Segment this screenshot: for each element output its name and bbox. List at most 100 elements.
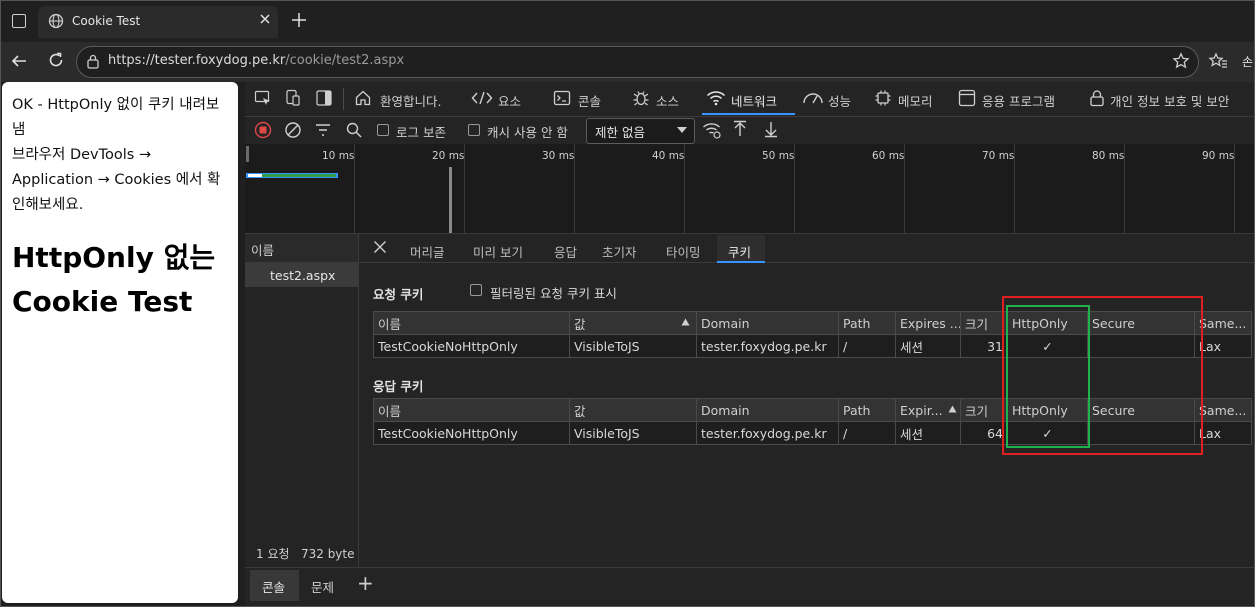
tab-console[interactable]: 콘솔 <box>578 91 601 110</box>
app-icon <box>958 89 976 107</box>
show-filtered-cookies-label: 필터링된 요청 쿠키 표시 <box>490 286 617 301</box>
cookie-name: TestCookieNoHttpOnly <box>373 421 570 445</box>
cookie-size: 31 <box>960 334 1008 358</box>
cookie-expires: 세션 <box>895 421 961 445</box>
tab-actions-icon[interactable] <box>12 14 26 28</box>
annotation-green-box <box>1006 305 1090 448</box>
timeline-tick: 90 ms <box>1202 150 1235 162</box>
download-icon[interactable] <box>763 120 779 138</box>
sort-ascending-icon <box>948 405 957 413</box>
record-icon[interactable] <box>254 121 272 139</box>
column-header-samesite[interactable]: Same... <box>1194 398 1252 422</box>
drawer-add-tab[interactable]: + <box>357 571 374 595</box>
column-header-expires[interactable]: Expires ... <box>895 311 961 335</box>
gauge-icon <box>802 90 824 106</box>
tab-cookies[interactable]: 쿠키 <box>728 242 751 261</box>
code-icon <box>471 90 493 106</box>
lock-icon[interactable] <box>86 53 100 69</box>
name-column-label: 이름 <box>251 243 275 258</box>
disable-cache-checkbox[interactable] <box>468 124 480 136</box>
network-tab-indicator <box>702 113 795 115</box>
tab-preview[interactable]: 미리 보기 <box>473 242 523 261</box>
tab-headers[interactable]: 머리글 <box>410 242 445 261</box>
search-icon[interactable] <box>345 121 363 139</box>
network-conditions-icon[interactable] <box>702 121 722 139</box>
tab-timing[interactable]: 타이밍 <box>666 242 701 261</box>
upload-icon[interactable] <box>732 120 748 138</box>
reload-icon[interactable] <box>47 51 65 69</box>
column-header-value[interactable]: 값 <box>569 311 697 335</box>
column-header-path[interactable]: Path <box>838 398 896 422</box>
column-header-path[interactable]: Path <box>838 311 896 335</box>
tab-application[interactable]: 응용 프로그램 <box>982 91 1055 110</box>
timeline-tick: 60 ms <box>872 150 905 162</box>
column-header-domain[interactable]: Domain <box>696 398 839 422</box>
show-filtered-cookies-checkbox[interactable] <box>470 284 482 296</box>
cookie-domain: tester.foxydog.pe.kr <box>696 334 839 358</box>
column-header-name[interactable]: 이름 <box>373 311 570 335</box>
favorites-icon[interactable] <box>1208 52 1228 70</box>
column-header-value[interactable]: 값 <box>569 398 697 422</box>
bug-icon <box>632 89 650 107</box>
cookie-samesite: Lax <box>1194 334 1252 358</box>
cookie-value: VisibleToJS <box>569 421 697 445</box>
tab-privacy-security[interactable]: 개인 정보 보호 및 보안 <box>1110 91 1229 110</box>
request-name: test2.aspx <box>270 268 336 283</box>
profile-label[interactable]: 손 <box>1242 53 1253 70</box>
column-header-domain[interactable]: Domain <box>696 311 839 335</box>
tab-elements[interactable]: 요소 <box>498 91 521 110</box>
home-icon <box>354 89 372 107</box>
timeline-selection-handle[interactable] <box>246 146 249 162</box>
page-heading: HttpOnly 없는 Cookie Test <box>12 241 216 318</box>
tab-sources[interactable]: 소스 <box>656 91 679 110</box>
favorite-star-icon[interactable] <box>1172 52 1190 70</box>
new-tab-icon[interactable] <box>291 12 307 28</box>
preserve-log-label: 로그 보존 <box>396 125 446 140</box>
tab-memory[interactable]: 메모리 <box>898 91 933 110</box>
cookie-value: VisibleToJS <box>569 334 697 358</box>
drawer-issues-tab[interactable]: 문제 <box>311 577 334 596</box>
column-header-size[interactable]: 크기 <box>960 398 1008 422</box>
filter-icon[interactable] <box>314 121 332 139</box>
chevron-down-icon <box>676 126 688 134</box>
column-header-expires-label: Expir... <box>900 402 943 418</box>
cookie-path: / <box>838 421 896 445</box>
tab-performance[interactable]: 성능 <box>828 91 851 110</box>
request-summary-text: 1 요청 732 byte <box>256 547 355 561</box>
dock-side-icon[interactable] <box>315 89 333 107</box>
cookie-size: 64 <box>960 421 1008 445</box>
column-header-value-label: 값 <box>574 316 586 332</box>
preserve-log-checkbox[interactable] <box>377 124 389 136</box>
column-header-expires[interactable]: Expir... <box>895 398 961 422</box>
column-header-name[interactable]: 이름 <box>373 398 570 422</box>
throttle-value: 제한 없음 <box>595 125 645 140</box>
disable-cache-label: 캐시 사용 안 함 <box>487 125 568 140</box>
waterfall-bar-response <box>262 174 336 177</box>
timeline-tick: 10 ms <box>322 150 355 162</box>
timeline-tick: 70 ms <box>982 150 1015 162</box>
close-tab-icon[interactable] <box>258 12 272 26</box>
cookie-name: TestCookieNoHttpOnly <box>373 334 570 358</box>
response-cookies-title: 응답 쿠키 <box>373 379 424 394</box>
column-header-size[interactable]: 크기 <box>960 311 1008 335</box>
cookie-samesite: Lax <box>1194 421 1252 445</box>
tab-network[interactable]: 네트워크 <box>731 91 777 110</box>
clear-icon[interactable] <box>284 121 302 139</box>
device-toggle-icon[interactable] <box>284 89 302 107</box>
tab-initiator[interactable]: 초기자 <box>602 242 637 261</box>
tab-response[interactable]: 응답 <box>554 242 577 261</box>
close-detail-icon[interactable] <box>373 240 387 254</box>
timeline-tick: 30 ms <box>542 150 575 162</box>
column-header-samesite[interactable]: Same... <box>1194 311 1252 335</box>
inspect-icon[interactable] <box>254 89 272 107</box>
back-icon[interactable] <box>10 52 28 70</box>
tab-divider <box>343 88 344 110</box>
console-icon <box>553 90 571 106</box>
cookies-tab-indicator <box>717 261 765 263</box>
timeline-tick: 50 ms <box>762 150 795 162</box>
url-text[interactable]: https://tester.foxydog.pe.kr/cookie/test… <box>108 53 404 68</box>
sort-ascending-icon <box>681 318 690 326</box>
tab-title: Cookie Test <box>72 14 141 28</box>
tab-welcome[interactable]: 환영합니다. <box>380 91 441 110</box>
cookie-path: / <box>838 334 896 358</box>
